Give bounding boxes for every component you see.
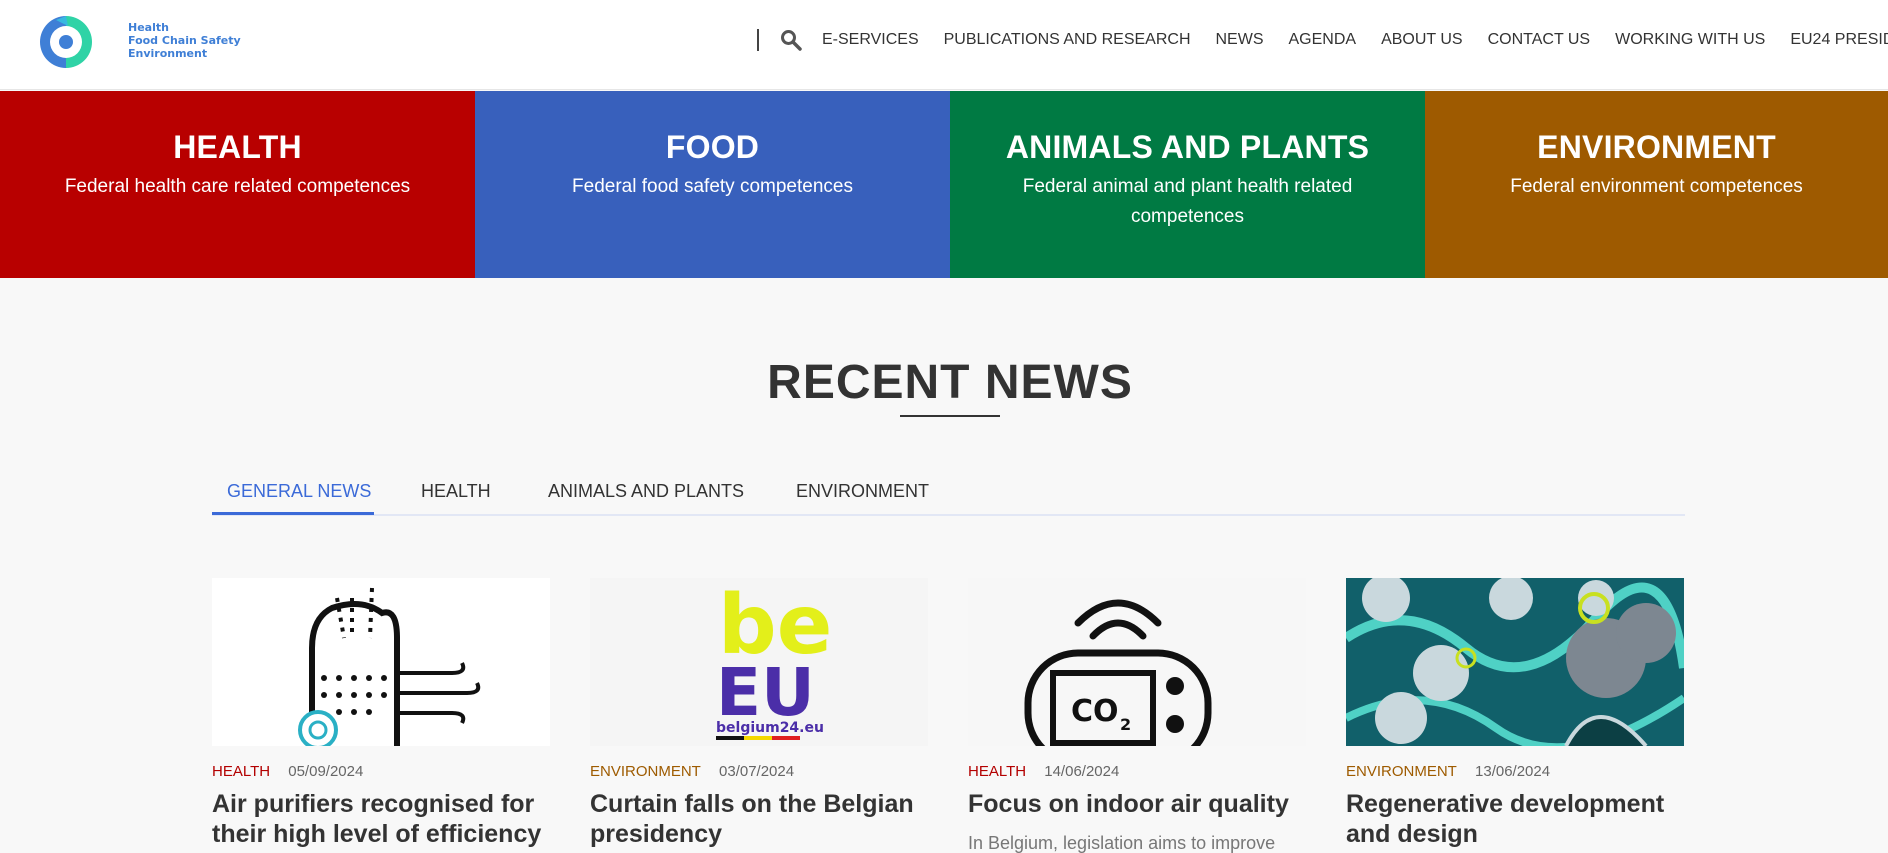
nav-eu24-presidency[interactable]: EU24 PRESIDENCY xyxy=(1790,31,1888,49)
tile-title: ENVIRONMENT xyxy=(1537,129,1776,165)
news-card-title[interactable]: Curtain falls on the Belgian presidency xyxy=(590,789,928,849)
news-card-category[interactable]: HEALTH xyxy=(968,763,1026,780)
news-card-image[interactable] xyxy=(1346,578,1684,746)
news-card-category[interactable]: ENVIRONMENT xyxy=(1346,763,1457,780)
nav-e-services[interactable]: E-SERVICES xyxy=(822,31,919,49)
nav-about-us[interactable]: ABOUT US xyxy=(1381,31,1463,49)
tab-animals-and-plants[interactable]: ANIMALS AND PLANTS xyxy=(548,481,744,502)
news-card-image[interactable]: be EU belgium24.eu xyxy=(590,578,928,746)
news-card-image[interactable]: CO 2 xyxy=(968,578,1306,746)
news-card-excerpt: In Belgium, legislation aims to improve xyxy=(968,833,1276,853)
tile-title: FOOD xyxy=(665,129,760,165)
news-card-title[interactable]: Focus on indoor air quality xyxy=(968,789,1306,819)
air-purifier-icon xyxy=(212,578,550,746)
tab-general-news[interactable]: GENERAL NEWS xyxy=(227,481,371,502)
news-card-image[interactable] xyxy=(212,578,550,746)
news-card-date: 13/06/2024 xyxy=(1475,763,1551,780)
news-card-date: 05/09/2024 xyxy=(288,763,364,780)
logo-line-health: Health xyxy=(128,21,169,34)
news-card: ENVIRONMENT 13/06/2024 Regenerative deve… xyxy=(1346,578,1684,849)
co2-text: CO xyxy=(1071,694,1119,729)
nav-contact-us[interactable]: CONTACT US xyxy=(1488,31,1591,49)
site-logo[interactable] xyxy=(38,14,94,70)
tab-health[interactable]: HEALTH xyxy=(421,481,491,502)
nav-news[interactable]: NEWS xyxy=(1216,31,1264,49)
tile-title: HEALTH xyxy=(173,129,302,165)
tile-title: ANIMALS AND PLANTS xyxy=(1005,129,1370,165)
tile-subtitle: Federal health care related competences xyxy=(64,176,411,197)
recent-news-title: RECENT NEWS xyxy=(767,356,1133,409)
news-card-title[interactable]: Air purifiers recognised for their high … xyxy=(212,789,550,849)
news-card-meta: ENVIRONMENT 03/07/2024 xyxy=(590,763,928,780)
news-card-date: 03/07/2024 xyxy=(719,763,795,780)
main-nav: E-SERVICES PUBLICATIONS AND RESEARCH NEW… xyxy=(822,31,1888,49)
logo-text: Health Food Chain Safety Environment xyxy=(128,21,241,60)
news-card-meta: ENVIRONMENT 13/06/2024 xyxy=(1346,763,1684,780)
tile-health[interactable]: HEALTH Federal health care related compe… xyxy=(0,91,475,278)
news-tabs: GENERAL NEWS HEALTH ANIMALS AND PLANTS E… xyxy=(212,470,1685,516)
title-underline xyxy=(900,415,1000,417)
news-card: be EU belgium24.eu ENVIRONMENT 03/07/202… xyxy=(590,578,928,849)
news-card-meta: HEALTH 14/06/2024 xyxy=(968,763,1306,780)
tab-environment[interactable]: ENVIRONMENT xyxy=(796,481,929,502)
category-tiles: HEALTH Federal health care related compe… xyxy=(0,91,1888,278)
tile-subtitle: Federal environment competences xyxy=(1510,176,1803,197)
nav-working-with-us[interactable]: WORKING WITH US xyxy=(1615,31,1765,49)
news-card: HEALTH 05/09/2024 Air purifiers recognis… xyxy=(212,578,550,849)
news-card-date: 14/06/2024 xyxy=(1044,763,1120,780)
co2-sensor-icon: CO 2 xyxy=(968,578,1306,746)
regenerative-design-illustration xyxy=(1346,578,1684,746)
tile-environment[interactable]: ENVIRONMENT Federal environment competen… xyxy=(1425,91,1888,278)
tile-subtitle: Federal animal and plant health related … xyxy=(1022,176,1353,227)
search-icon[interactable] xyxy=(779,28,803,52)
tile-animals-and-plants[interactable]: ANIMALS AND PLANTS Federal animal and pl… xyxy=(950,91,1425,278)
logo-line-environment: Environment xyxy=(128,47,208,60)
nav-agenda[interactable]: AGENDA xyxy=(1289,31,1357,49)
nav-publications[interactable]: PUBLICATIONS AND RESEARCH xyxy=(944,31,1191,49)
active-tab-indicator xyxy=(212,512,374,515)
nav-separator xyxy=(757,29,759,51)
news-card-category[interactable]: HEALTH xyxy=(212,763,270,780)
tile-subtitle: Federal food safety competences xyxy=(572,176,853,197)
news-card-category[interactable]: ENVIRONMENT xyxy=(590,763,701,780)
news-card: CO 2 HEALTH 14/06/2024 Focus on indoor a… xyxy=(968,578,1306,853)
logo-line-food: Food Chain Safety xyxy=(128,34,241,47)
co2-subscript: 2 xyxy=(1120,715,1131,734)
site-header: Health Food Chain Safety Environment E-S… xyxy=(0,0,1888,90)
news-card-meta: HEALTH 05/09/2024 xyxy=(212,763,550,780)
belgium24-caption: belgium24.eu xyxy=(716,720,824,736)
tile-food[interactable]: FOOD Federal food safety competences xyxy=(475,91,950,278)
be-eu-logo-icon: be EU belgium24.eu xyxy=(590,578,928,746)
news-card-title[interactable]: Regenerative development and design xyxy=(1346,789,1684,849)
